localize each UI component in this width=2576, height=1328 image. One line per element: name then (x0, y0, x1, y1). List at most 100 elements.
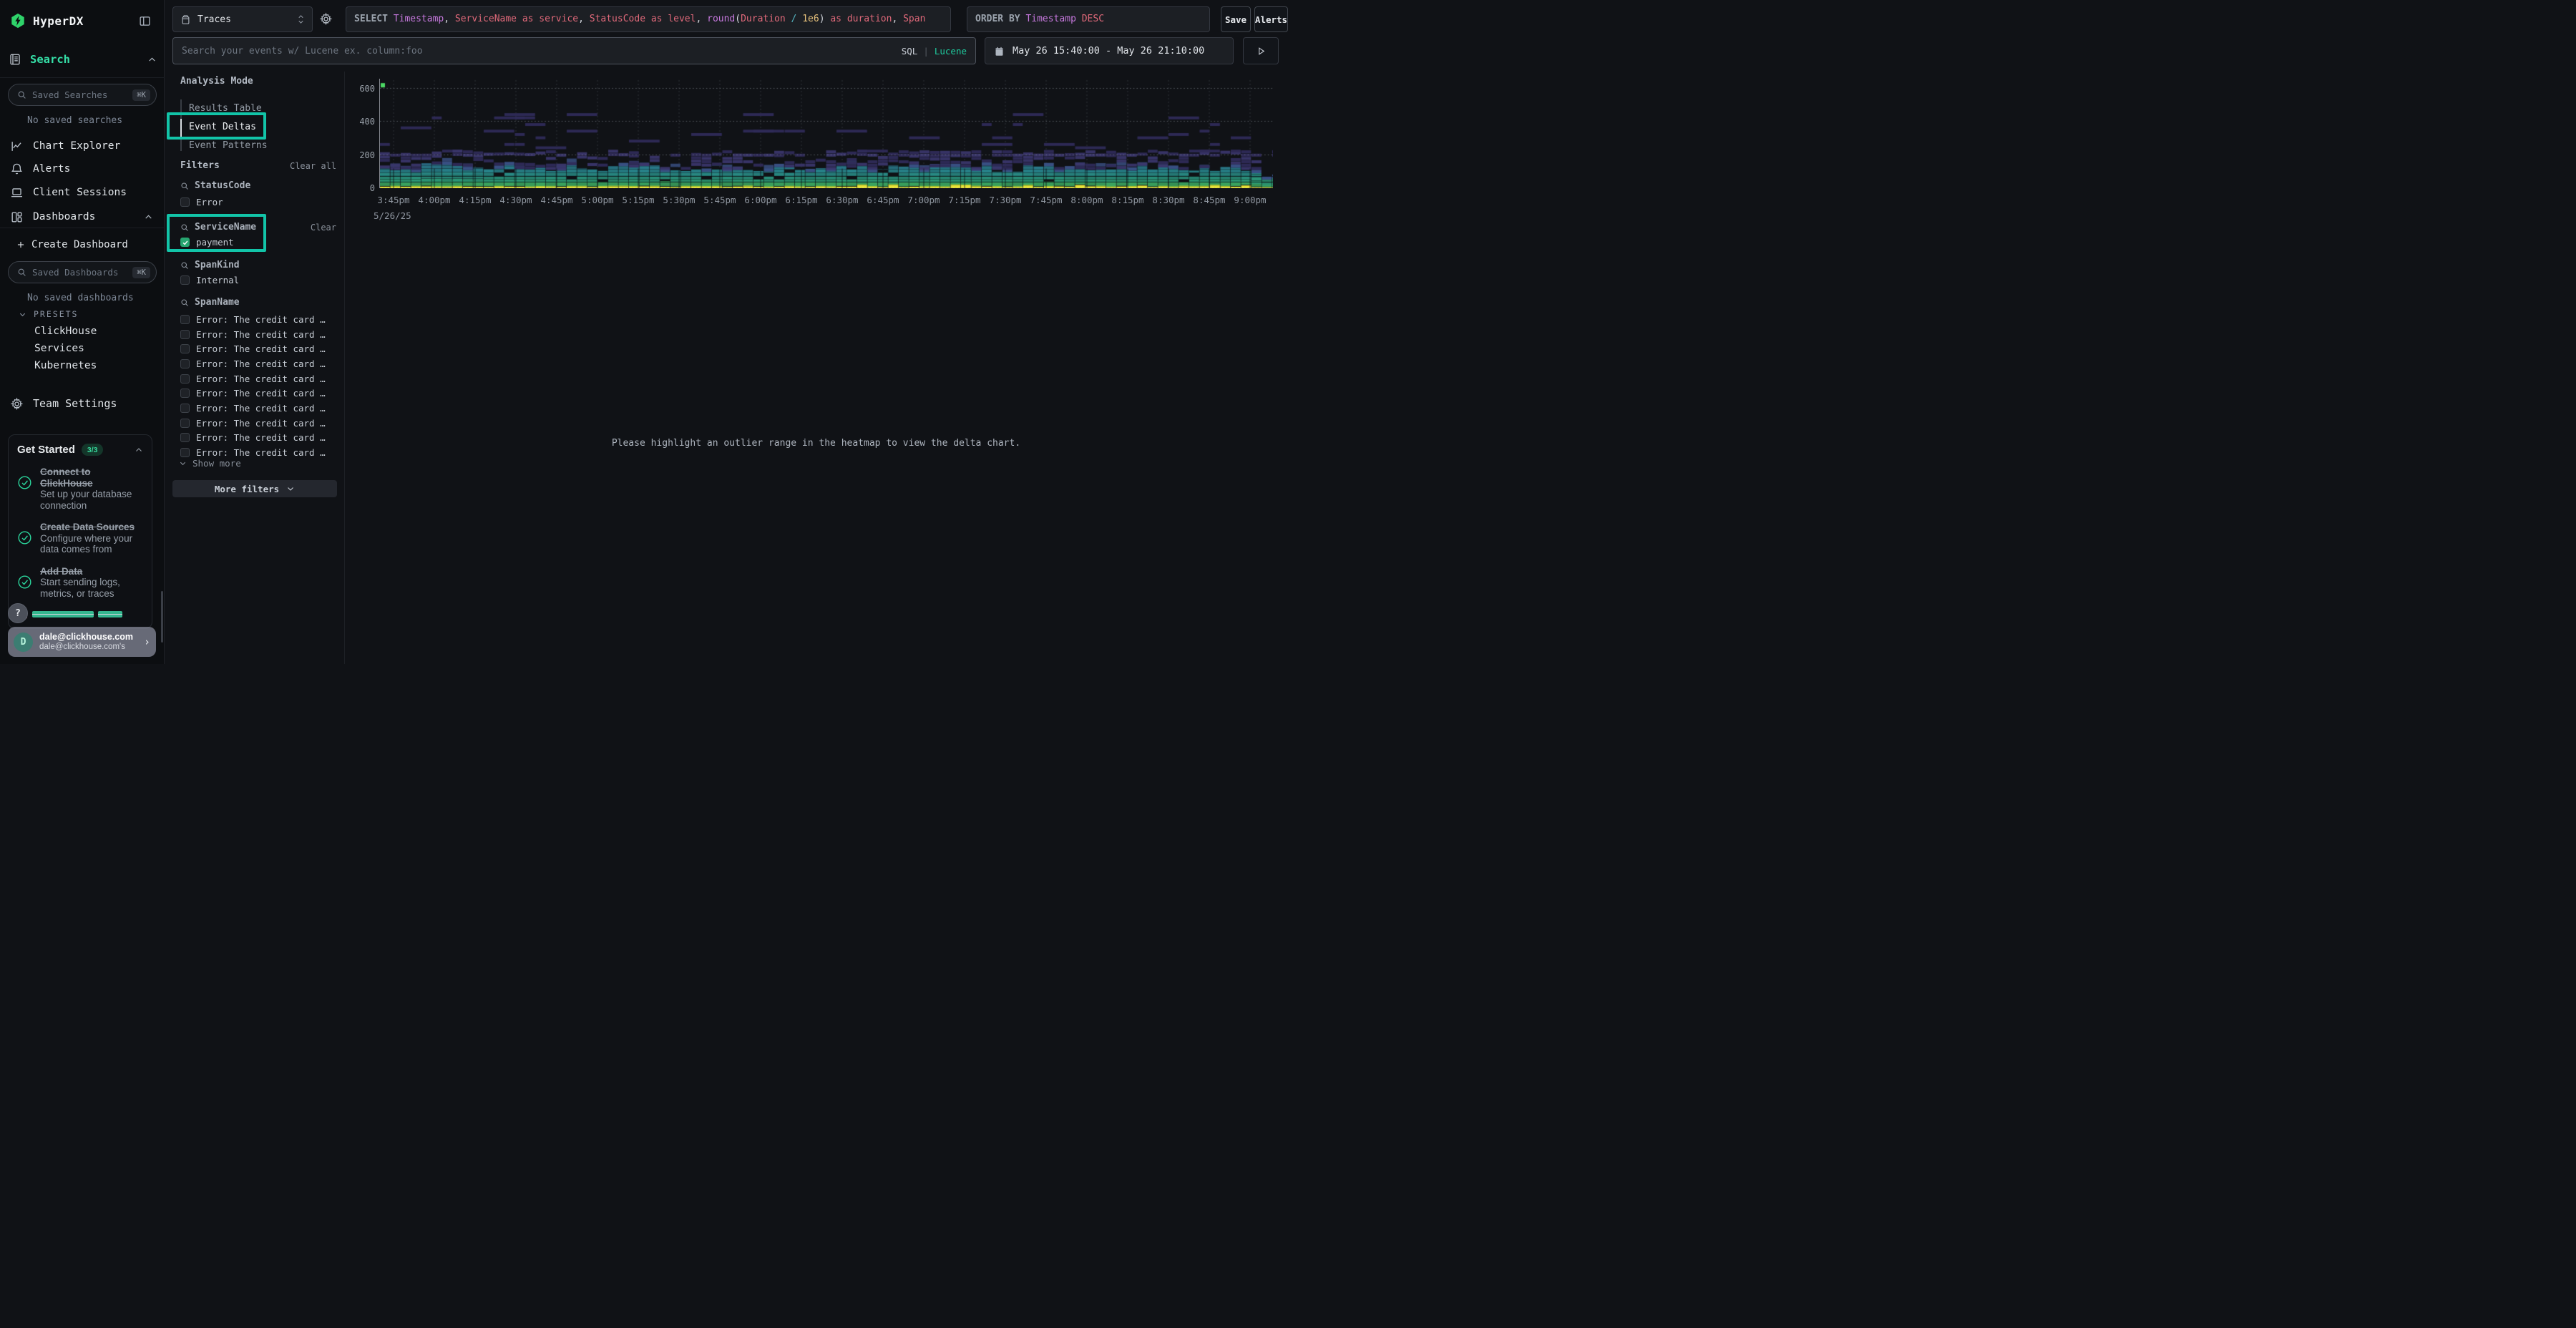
more-filters-button[interactable]: More filters (172, 480, 337, 497)
laptop-icon (10, 186, 24, 200)
checkbox-unchecked[interactable] (180, 344, 190, 353)
sql-select-editor[interactable]: SELECT Timestamp, ServiceName as service… (346, 6, 951, 32)
preset-item-services[interactable]: Services (34, 343, 84, 354)
x-axis-tick: 4:45pm (540, 195, 572, 205)
preset-item-clickhouse[interactable]: ClickHouse (34, 326, 97, 337)
filter-option-label: payment (196, 237, 234, 248)
filter-option-label: Error (196, 197, 223, 208)
saved-dashboards-input[interactable]: Saved Dashboards ⌘K (8, 261, 157, 283)
x-axis-tick: 3:45pm (377, 195, 409, 205)
sidebar-item-team-settings[interactable]: Team Settings (0, 394, 165, 414)
plus-icon (16, 240, 26, 250)
presets-label: PRESETS (34, 309, 78, 319)
filter-option-internal[interactable]: Internal (180, 275, 239, 285)
search-input[interactable]: Search your events w/ Lucene ex. column:… (172, 37, 976, 64)
checkbox-unchecked[interactable] (180, 197, 190, 207)
checkbox-unchecked[interactable] (180, 330, 190, 339)
checkbox-checked[interactable] (180, 238, 190, 247)
time-range-picker[interactable]: May 26 15:40:00 - May 26 21:10:00 (985, 37, 1234, 64)
filter-option-spanname[interactable]: Error: The credit card … (180, 356, 326, 371)
checkbox-unchecked[interactable] (180, 275, 190, 285)
more-filters-label: More filters (215, 484, 279, 494)
filter-option-spanname[interactable]: Error: The credit card … (180, 327, 326, 342)
mode-results-table[interactable]: Results Table (189, 99, 262, 118)
filter-group-name: SpanKind (195, 260, 240, 270)
step-desc: Start sending logs, metrics, or traces (40, 577, 143, 599)
checkbox-unchecked[interactable] (180, 389, 190, 398)
filter-option-spanname[interactable]: Error: The credit card … (180, 371, 326, 386)
filter-option-spanname[interactable]: Error: The credit card … (180, 386, 326, 401)
mode-toggle-sql[interactable]: SQL (902, 46, 918, 57)
get-started-step-obscured: 🎉 (17, 609, 143, 619)
create-dashboard-button[interactable]: Create Dashboard (0, 235, 165, 255)
presets-toggle[interactable]: PRESETS (19, 309, 78, 319)
sidebar-item-search[interactable]: Search (9, 53, 157, 66)
obscured-text (98, 611, 122, 617)
source-settings-gear-icon[interactable] (319, 12, 333, 26)
filter-option-spanname[interactable]: Error: The credit card … (180, 312, 326, 327)
filter-option-spanname[interactable]: Error: The credit card … (180, 416, 326, 431)
filter-option-payment[interactable]: payment (180, 237, 234, 248)
get-started-step[interactable]: Connect to ClickHouse Set up your databa… (17, 467, 143, 511)
get-started-step[interactable]: Create Data Sources Configure where your… (17, 522, 143, 555)
show-more-button[interactable]: Show more (179, 458, 241, 469)
sidebar-item-alerts[interactable]: Alerts (0, 159, 165, 179)
x-axis-tick: 5:30pm (663, 195, 695, 205)
filter-option-spanname[interactable]: Error: The credit card … (180, 341, 326, 356)
x-axis-tick: 7:45pm (1030, 195, 1062, 205)
logo[interactable]: HyperDX (10, 13, 84, 29)
user-profile-chip[interactable]: D dale@clickhouse.com dale@clickhouse.co… (8, 627, 156, 657)
search-icon[interactable] (180, 298, 189, 307)
clear-servicename-button[interactable]: Clear (296, 223, 336, 233)
time-range-value: May 26 15:40:00 - May 26 21:10:00 (1013, 45, 1204, 57)
search-placeholder: Search your events w/ Lucene ex. column:… (182, 46, 902, 57)
help-button[interactable]: ? (8, 603, 28, 623)
x-axis-tick: 5:45pm (703, 195, 736, 205)
step-desc: Set up your database connection (40, 489, 143, 511)
checkbox-unchecked[interactable] (180, 359, 190, 368)
source-select[interactable]: Traces (172, 6, 313, 32)
alerts-button[interactable]: Alerts (1254, 6, 1288, 32)
get-started-card: Get Started 3/3 Connect to ClickHouse Se… (8, 434, 152, 629)
sidebar-item-client-sessions[interactable]: Client Sessions (0, 182, 165, 202)
search-icon[interactable] (180, 261, 189, 270)
chevron-down-icon (286, 484, 295, 493)
gear-icon (10, 397, 24, 411)
saved-searches-input[interactable]: Saved Searches ⌘K (8, 84, 157, 106)
filter-option-spanname[interactable]: Error: The credit card … (180, 431, 326, 446)
source-select-value: Traces (197, 14, 291, 25)
sidebar-collapse-icon[interactable] (139, 15, 151, 27)
mode-toggle-lucene[interactable]: Lucene (935, 46, 967, 57)
sidebar-scrollbar[interactable] (161, 591, 163, 643)
check-circle-icon (17, 475, 32, 511)
checkbox-unchecked[interactable] (180, 374, 190, 384)
x-axis-labels: 3:45pm4:00pm4:15pm4:30pm4:45pm5:00pm5:15… (380, 195, 1274, 206)
checkbox-unchecked[interactable] (180, 315, 190, 324)
checkbox-unchecked[interactable] (180, 404, 190, 413)
search-icon[interactable] (180, 223, 189, 232)
sidebar-item-dashboards[interactable]: Dashboards (0, 207, 165, 227)
checkbox-unchecked[interactable] (180, 448, 190, 457)
team-settings-label: Team Settings (33, 397, 117, 410)
checkbox-unchecked[interactable] (180, 419, 190, 428)
no-saved-dashboards-text: No saved dashboards (27, 293, 134, 303)
chevron-up-icon[interactable] (135, 446, 143, 454)
sql-orderby-editor[interactable]: ORDER BY Timestamp DESC (967, 6, 1210, 32)
checkbox-unchecked[interactable] (180, 433, 190, 442)
filter-option-label: Error: The credit card … (196, 358, 326, 369)
mode-event-patterns[interactable]: Event Patterns (189, 137, 268, 155)
sidebar-item-chart-explorer[interactable]: Chart Explorer (0, 136, 165, 156)
saved-dashboards-placeholder: Saved Dashboards (32, 267, 132, 278)
run-query-button[interactable] (1243, 37, 1279, 64)
heatmap-canvas[interactable] (380, 79, 1273, 188)
filter-option-spanname[interactable]: Error: The credit card … (180, 401, 326, 416)
filter-option-error[interactable]: Error (180, 197, 223, 208)
search-icon[interactable] (180, 182, 189, 190)
save-button[interactable]: Save (1221, 6, 1251, 32)
avatar: D (14, 633, 33, 652)
preset-item-kubernetes[interactable]: Kubernetes (34, 360, 97, 371)
mode-event-deltas[interactable]: Event Deltas (189, 118, 256, 137)
clear-all-button[interactable]: Clear all (282, 161, 336, 171)
get-started-step[interactable]: Add Data Start sending logs, metrics, or… (17, 566, 143, 600)
panel-divider (344, 72, 345, 664)
